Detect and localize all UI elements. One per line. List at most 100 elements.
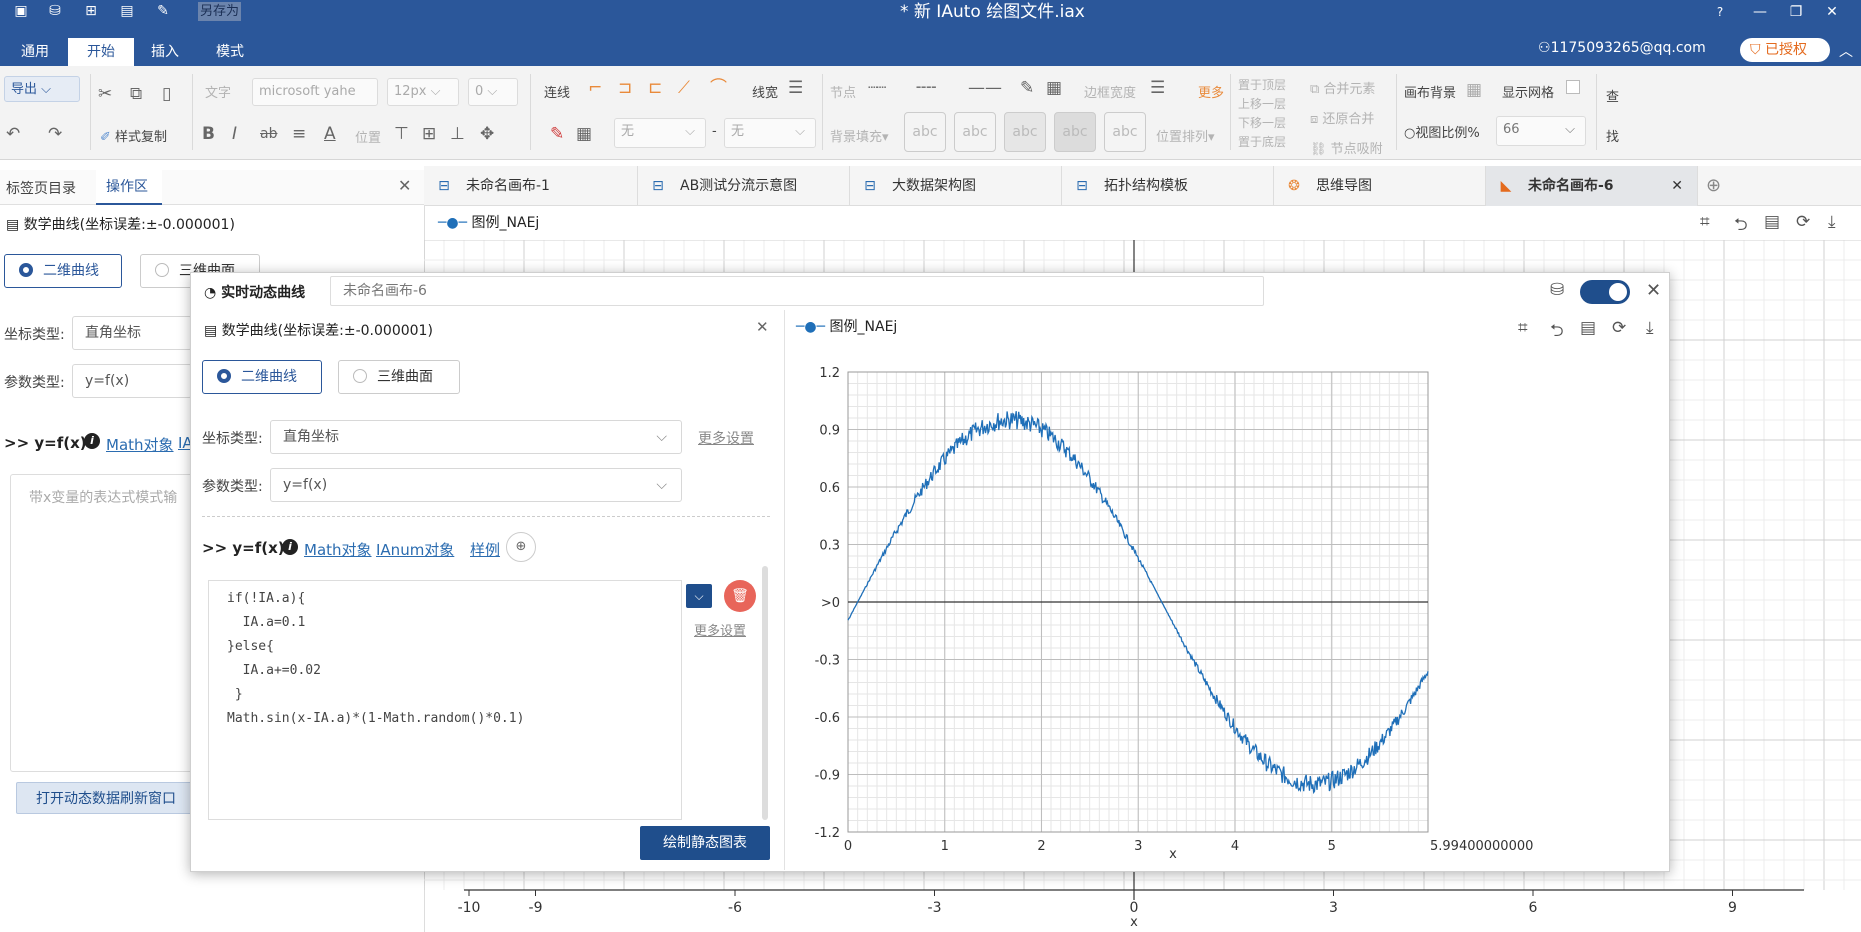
radio-2d-curve[interactable]: 二维曲线 (202, 360, 322, 394)
more-settings-link-2[interactable]: 更多设置 (694, 620, 746, 639)
download-icon[interactable]: ⤓ (1646, 318, 1654, 338)
bring-forward-button[interactable]: 上移一层 (1238, 95, 1286, 112)
doc-tab-4[interactable]: ⊟ 拓扑结构模板 (1062, 166, 1274, 206)
tab-operation-area[interactable]: 操作区 (96, 170, 162, 205)
move-icon[interactable]: ✥ (480, 124, 494, 144)
doc-tab-2[interactable]: ⊟ AB测试分流示意图 (638, 166, 850, 206)
find-button[interactable]: 查 (1606, 86, 1619, 105)
info-icon[interactable]: i (84, 433, 100, 449)
line-color-icon[interactable]: ✎ (550, 124, 564, 144)
unmerge-button[interactable]: ⧈ 还原合并 (1310, 108, 1374, 127)
help-icon[interactable]: ? (1710, 2, 1730, 22)
crop-icon[interactable]: ⌗ (1518, 318, 1528, 338)
connector-straight-icon[interactable]: ⌐ (588, 78, 602, 98)
collapse-ribbon-icon[interactable]: ︿ (1836, 42, 1856, 62)
transparent-icon[interactable]: ▦ (576, 124, 592, 144)
connector-line-icon[interactable]: ⟋ (678, 78, 690, 98)
scrollbar[interactable] (762, 566, 768, 820)
account-label[interactable]: ⚇1175093265@qq.com (1538, 40, 1706, 56)
dashed-line-icon[interactable]: ╌╌ (916, 78, 936, 98)
edit-file-icon[interactable]: ✎ (154, 3, 172, 19)
find-button-2[interactable]: 找 (1606, 126, 1619, 145)
show-grid-checkbox[interactable] (1566, 80, 1580, 94)
solid-line-icon[interactable]: —— (968, 78, 1002, 98)
style-swatch-3[interactable]: abc (1004, 112, 1046, 152)
save-as-button[interactable]: 另存为 (198, 2, 242, 21)
font-family-select[interactable]: microsoft yahe (252, 78, 378, 106)
refresh-icon[interactable]: ⟳ (1796, 212, 1810, 232)
delete-icon[interactable]: 🗑 (724, 580, 756, 612)
panel-close-icon[interactable]: ✕ (398, 176, 411, 195)
style-copy-button[interactable]: ✐ 样式复制 (100, 126, 167, 145)
math-object-link[interactable]: Math对象 (304, 539, 372, 560)
redo-icon[interactable]: ↷ (48, 124, 62, 144)
radio-3d-surface[interactable]: 三维曲面 (338, 360, 460, 394)
export-dropdown[interactable]: 导出 ⌵ (4, 76, 80, 102)
style-swatch-5[interactable]: abc (1104, 112, 1146, 152)
bg-fill-dropdown[interactable]: 背景填充▾ (830, 126, 889, 145)
font-size-select[interactable]: 12px ⌵ (387, 78, 459, 106)
paste-icon[interactable]: ▯ (162, 84, 171, 104)
view-ratio-select[interactable]: 66 ⌵ (1496, 116, 1586, 146)
doc-tab-3[interactable]: ⊟ 大数据架构图 (850, 166, 1062, 206)
left-radio-2d[interactable]: 二维曲线 (4, 254, 122, 288)
line-end-select[interactable]: 无 ⌵ (724, 118, 816, 148)
open-dynamic-window-button[interactable]: 打开动态数据刷新窗口 (16, 782, 196, 814)
connector-free-icon[interactable]: ⌒ (710, 78, 727, 98)
line-start-select[interactable]: 无 ⌵ (614, 118, 706, 148)
font-color-icon[interactable]: A (324, 124, 336, 144)
restore-icon[interactable]: ❐ (1786, 2, 1806, 22)
save-icon[interactable]: ▣ (12, 3, 30, 19)
tab-bookmarks[interactable]: 标签页目录 (6, 178, 76, 198)
letter-spacing-select[interactable]: 0 ⌵ (468, 78, 518, 106)
left-coord-select[interactable]: 直角坐标 (72, 316, 192, 350)
strikethrough-icon[interactable]: ab (260, 124, 277, 144)
send-backward-button[interactable]: 下移一层 (1238, 114, 1286, 131)
code-dropdown-icon[interactable]: ⌵ (686, 584, 712, 608)
distribute-icon[interactable]: ⊞ (422, 124, 436, 144)
code-editor[interactable]: if(!IA.a){ IA.a=0.1 }else{ IA.a+=0.02 } … (208, 580, 682, 820)
refresh-icon[interactable]: ⟳ (1612, 318, 1626, 338)
crop-icon[interactable]: ⌗ (1700, 212, 1710, 232)
left-param-select[interactable]: y=f(x) (72, 364, 192, 398)
connector-curve-icon[interactable]: ⊏ (648, 78, 662, 98)
license-badge[interactable]: ⛉ 已授权 (1740, 38, 1830, 62)
border-width-icon[interactable]: ☰ (1150, 78, 1165, 98)
back-icon[interactable]: ⮌ (1734, 212, 1748, 241)
border-color-icon[interactable]: ✎ (1020, 78, 1034, 98)
line-width-icon[interactable]: ☰ (788, 78, 803, 98)
canvas-name-field[interactable]: 未命名画布-6 (330, 276, 1264, 306)
cut-icon[interactable]: ✂ (98, 84, 112, 104)
send-to-back-button[interactable]: 置于底层 (1238, 133, 1286, 150)
undo-icon[interactable]: ↶ (6, 124, 20, 144)
align-bottom-icon[interactable]: ⊥ (450, 124, 465, 144)
tab-start[interactable]: 开始 (68, 38, 134, 66)
new-file-icon[interactable]: ⊞ (82, 3, 100, 19)
param-type-select[interactable]: y=f(x) ⌵ (270, 468, 682, 502)
coord-type-select[interactable]: 直角坐标 ⌵ (270, 420, 682, 454)
doc-tab-5[interactable]: ❂ 思维导图 (1274, 166, 1486, 206)
align-top-icon[interactable]: ⊤ (394, 124, 409, 144)
more-button[interactable]: 更多 (1198, 82, 1224, 101)
back-icon[interactable]: ⮌ (1550, 318, 1564, 347)
info-icon[interactable]: i (282, 539, 298, 555)
more-settings-link[interactable]: 更多设置 (698, 428, 754, 448)
dialog-close-icon[interactable]: ✕ (1646, 280, 1661, 301)
document-icon[interactable]: ▤ (1580, 318, 1596, 338)
bring-to-front-button[interactable]: 置于顶层 (1238, 76, 1286, 93)
sample-link[interactable]: 样例 (470, 539, 500, 560)
merge-button[interactable]: ⧉ 合并元素 (1310, 78, 1375, 97)
tab-close-icon[interactable]: ✕ (1671, 166, 1683, 206)
style-swatch-4[interactable]: abc (1054, 112, 1096, 152)
border-transparent-icon[interactable]: ▦ (1046, 78, 1062, 98)
copy-icon[interactable]: ⧉ (130, 84, 142, 104)
open-folder-icon[interactable]: ▤ (118, 3, 136, 19)
add-tab-icon[interactable]: ⊕ (1706, 166, 1736, 206)
doc-tab-6[interactable]: ◣ 未命名画布-6 ✕ (1486, 166, 1698, 206)
style-swatch-1[interactable]: abc (904, 112, 946, 152)
doc-tab-1[interactable]: ⊟ 未命名画布-1 (424, 166, 638, 206)
tab-mode[interactable]: 模式 (205, 38, 255, 66)
close-icon[interactable]: ✕ (1822, 2, 1842, 22)
tab-general[interactable]: 通用 (10, 38, 60, 66)
bold-icon[interactable]: B (202, 124, 215, 144)
